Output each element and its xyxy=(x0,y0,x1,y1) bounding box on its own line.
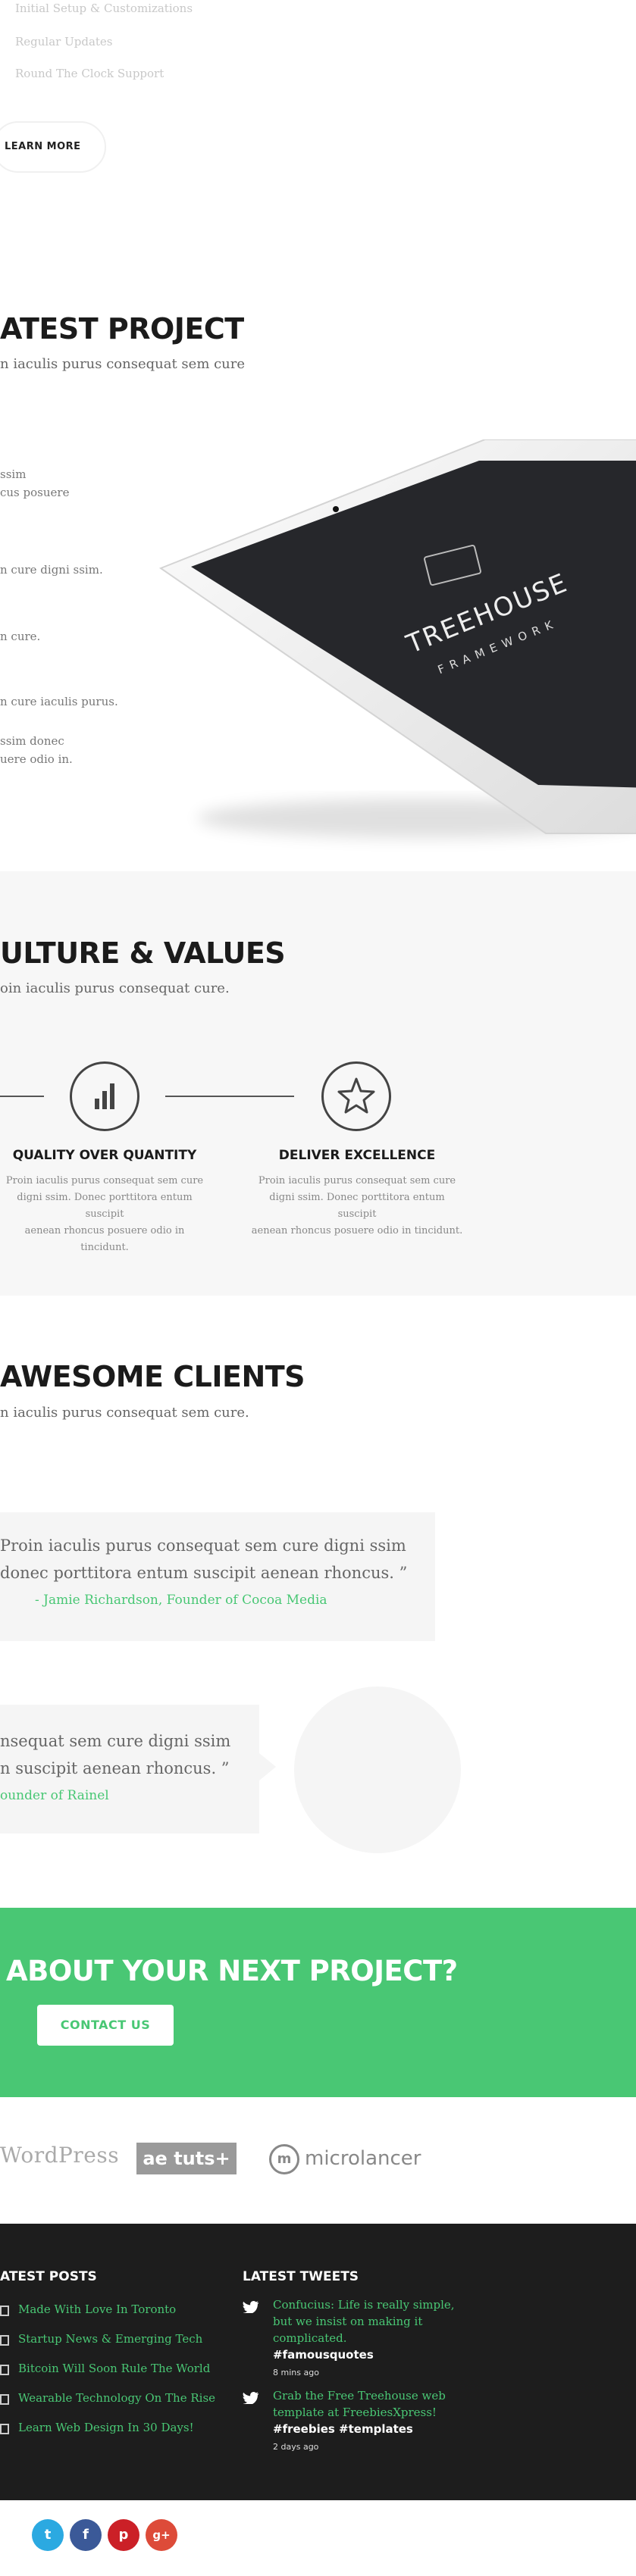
feature-item-setup: Initial Setup & Customizations xyxy=(15,2,193,15)
project-section-title: ATEST PROJECT xyxy=(0,312,244,345)
bar-chart-icon xyxy=(70,1061,139,1131)
tweet-line: but we insist on making it xyxy=(273,2315,423,2328)
twitter-bird-icon xyxy=(243,2392,258,2404)
culture-section-subtitle: oin iaculis purus consequat cure. xyxy=(0,980,230,996)
project-text-line: ssim donec xyxy=(0,734,64,748)
divider-line xyxy=(0,1096,44,1097)
project-text-line: cus posuere xyxy=(0,486,70,499)
twitter-icon[interactable]: t xyxy=(32,2519,64,2551)
value-description: Proin iaculis purus consequat sem cure d… xyxy=(0,1173,209,1256)
project-text-line: ssim xyxy=(0,467,27,481)
post-link[interactable]: Wearable Technology On The Rise xyxy=(18,2391,215,2405)
culture-section-title: ULTURE & VALUES xyxy=(0,936,286,970)
tweet-timestamp: 8 mins ago xyxy=(273,2368,319,2377)
testimonial-pointer xyxy=(259,1753,276,1780)
value-desc-line: aenean rhoncus posuere odio in tincidunt… xyxy=(24,1225,185,1253)
star-icon xyxy=(321,1061,391,1131)
feature-item-updates: Regular Updates xyxy=(15,35,113,48)
cta-title: ABOUT YOUR NEXT PROJECT? xyxy=(6,1955,458,1987)
value-title: QUALITY OVER QUANTITY xyxy=(12,1148,197,1163)
tweet-line: Grab the Free Treehouse web xyxy=(273,2389,446,2402)
value-desc-line: Proin iaculis purus consequat sem cure xyxy=(258,1175,456,1186)
testimonial-text: nsequat sem cure digni ssim n suscipit a… xyxy=(0,1727,230,1782)
pinterest-icon[interactable]: p xyxy=(108,2519,139,2551)
testimonial-line: donec porttitora entum suscipit aenean r… xyxy=(0,1564,408,1582)
value-desc-line: Proin iaculis purus consequat sem cure xyxy=(5,1175,204,1186)
contact-us-button[interactable]: CONTACT US xyxy=(37,2005,174,2046)
microlancer-logo: microlancer xyxy=(305,2147,421,2170)
testimonial-line: n suscipit aenean rhoncus. ” xyxy=(0,1759,230,1777)
tweet-hashtags[interactable]: #freebies #templates xyxy=(273,2422,413,2436)
cta-banner: ABOUT YOUR NEXT PROJECT? CONTACT US xyxy=(0,1908,636,2097)
learn-more-label: LEARN MORE xyxy=(5,141,81,152)
project-text-line: uere odio in. xyxy=(0,752,73,766)
footer: ATEST POSTS Made With Love In Toronto St… xyxy=(0,2224,636,2500)
facebook-icon[interactable]: f xyxy=(70,2519,102,2551)
tweet-line: Confucius: Life is really simple, xyxy=(273,2298,455,2312)
wordpress-logo: WordPress xyxy=(0,2143,120,2168)
document-icon xyxy=(0,2365,9,2375)
clients-section-title: AWESOME CLIENTS xyxy=(0,1360,305,1393)
latest-posts-heading: ATEST POSTS xyxy=(0,2269,97,2284)
tweet-line: complicated. xyxy=(273,2331,347,2345)
document-icon xyxy=(0,2335,9,2346)
testimonial-line: Proin iaculis purus consequat sem cure d… xyxy=(0,1537,406,1555)
post-link[interactable]: Startup News & Emerging Tech xyxy=(18,2332,202,2346)
post-link[interactable]: Made With Love In Toronto xyxy=(18,2302,176,2316)
project-text-line: n cure digni ssim. xyxy=(0,563,103,577)
post-link[interactable]: Bitcoin Will Soon Rule The World xyxy=(18,2362,210,2375)
project-text-line: n cure iaculis purus. xyxy=(0,695,118,708)
document-icon xyxy=(0,2424,9,2434)
google-plus-icon[interactable]: g+ xyxy=(146,2519,177,2551)
tweet-timestamp: 2 days ago xyxy=(273,2442,319,2452)
learn-more-button[interactable]: LEARN MORE xyxy=(0,121,106,173)
client-avatar[interactable] xyxy=(294,1687,461,1853)
microlancer-mark-icon: m xyxy=(269,2144,299,2174)
tweet-line: template at FreebiesXpress! xyxy=(273,2406,437,2419)
testimonial-text: Proin iaculis purus consequat sem cure d… xyxy=(0,1532,407,1587)
testimonial-author: ounder of Rainel xyxy=(0,1788,109,1803)
document-icon xyxy=(0,2306,9,2316)
project-text-line: n cure. xyxy=(0,630,41,643)
value-description: Proin iaculis purus consequat sem cure d… xyxy=(250,1173,464,1240)
tweet-text[interactable]: Confucius: Life is really simple, but we… xyxy=(273,2296,493,2346)
divider-line xyxy=(165,1096,294,1097)
document-icon xyxy=(0,2394,9,2405)
twitter-bird-icon xyxy=(243,2301,258,2313)
tweet-hashtags[interactable]: #famousquotes xyxy=(273,2348,374,2362)
feature-item-support: Round The Clock Support xyxy=(15,67,164,80)
tweet-text[interactable]: Grab the Free Treehouse web template at … xyxy=(273,2387,493,2421)
post-link[interactable]: Learn Web Design In 30 Days! xyxy=(18,2421,194,2434)
value-desc-line: digni ssim. Donec porttitora entum susci… xyxy=(269,1192,445,1220)
project-section-subtitle: n iaculis purus consequat sem cure xyxy=(0,356,246,372)
testimonial-line: nsequat sem cure digni ssim xyxy=(0,1732,231,1750)
value-desc-line: digni ssim. Donec porttitora entum susci… xyxy=(17,1192,193,1220)
value-title: DELIVER EXCELLENCE xyxy=(278,1148,436,1163)
clients-section-subtitle: n iaculis purus consequat sem cure. xyxy=(0,1405,249,1421)
latest-tweets-heading: LATEST TWEETS xyxy=(243,2269,359,2284)
aetuts-logo: ae tuts+ xyxy=(136,2143,237,2174)
tablet-mockup: TREEHOUSE FRAMEWORK xyxy=(152,439,636,864)
value-desc-line: aenean rhoncus posuere odio in tincidunt… xyxy=(251,1225,463,1236)
testimonial-author: - Jamie Richardson, Founder of Cocoa Med… xyxy=(35,1593,327,1608)
